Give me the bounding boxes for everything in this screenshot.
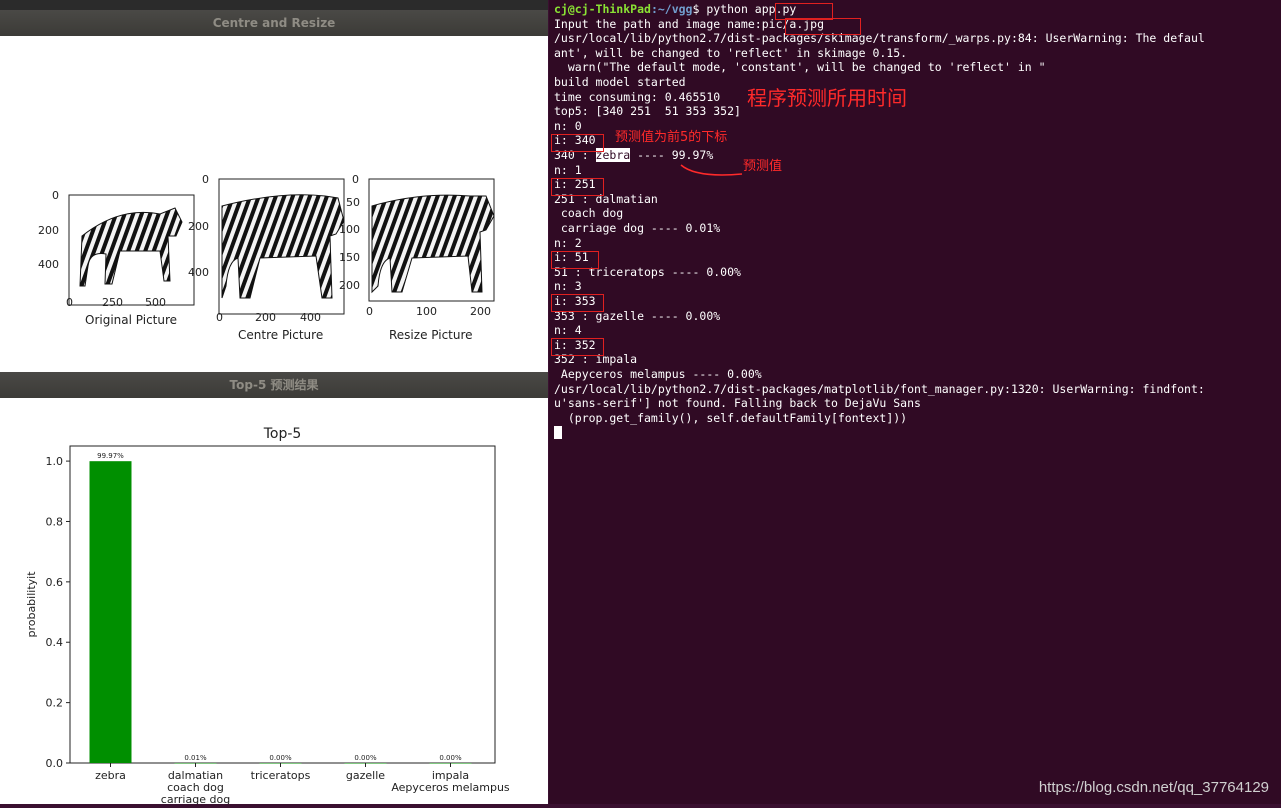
y-tick: 400 <box>38 258 59 271</box>
prompt-user: cj@cj-ThinkPad <box>554 2 651 16</box>
terminal-line: u'sans-serif'] not found. Falling back t… <box>554 396 921 411</box>
data-label: 0.01% <box>184 754 207 762</box>
y-tick: 200 <box>188 220 209 233</box>
x-tick: 0 <box>366 305 373 318</box>
y-tick: 200 <box>339 279 360 292</box>
x-tick-label: zebra <box>95 769 126 782</box>
terminal-line: top5: [340 251 51 353 352] <box>554 104 741 119</box>
x-tick: 400 <box>300 311 321 324</box>
x-tick-label: gazelle <box>346 769 385 782</box>
y-tick: 400 <box>188 266 209 279</box>
top5-bar-chart: Top-5 probabilityit 0.0 0.2 0.4 0.6 0.8 1.0 99.9… <box>25 426 510 806</box>
y-tick: 100 <box>339 223 360 236</box>
x-tick: 0 <box>216 311 223 324</box>
top5-window: Top-5 probabilityit 0.0 0.2 0.4 0.6 0.8 1.0 99.9… <box>0 398 548 806</box>
window-title: Centre and Resize <box>212 16 336 30</box>
chart-title: Top-5 <box>263 426 302 442</box>
terminal-line: Aepyceros melampus ---- 0.00% <box>554 367 762 381</box>
data-label: 99.97% <box>97 452 124 460</box>
data-label: 0.00% <box>269 754 292 762</box>
y-tick-label: 0.6 <box>46 576 64 589</box>
original-picture-subplot <box>68 194 195 306</box>
terminal-line: /usr/local/lib/python2.7/dist-packages/m… <box>554 381 1205 396</box>
terminal-line: ant', will be changed to 'reflect' in sk… <box>554 45 908 60</box>
terminal-line: build model started <box>554 75 686 89</box>
y-tick: 0 <box>52 189 59 202</box>
bar-0 <box>89 461 132 763</box>
window-title-bar[interactable]: Centre and Resize <box>0 10 548 36</box>
plot-frame <box>69 445 496 764</box>
y-tick: 50 <box>346 196 360 209</box>
x-tick-label: triceratops <box>251 769 311 782</box>
prompt-cmd: $ python <box>692 2 755 16</box>
terminal-line: n: 3 <box>554 279 582 294</box>
x-tick: 200 <box>470 305 491 318</box>
y-tick: 0 <box>352 173 359 186</box>
subplot-xlabel: Resize Picture <box>389 328 473 342</box>
highlight-box <box>785 18 861 35</box>
subplot-xlabel: Original Picture <box>85 313 178 327</box>
y-tick: 150 <box>339 251 360 264</box>
highlight-box <box>551 338 604 356</box>
x-tick: 0 <box>66 296 73 309</box>
data-label: 0.00% <box>439 754 462 762</box>
x-tick: 200 <box>255 311 276 324</box>
y-tick-label: 1.0 <box>46 455 64 468</box>
y-tick-label: 0.0 <box>46 757 64 770</box>
annotation-index: 预测值为前5的下标 <box>615 130 728 145</box>
y-axis-label: probabilityit <box>25 571 38 638</box>
resize-picture-subplot <box>368 178 495 302</box>
annotation-time: 程序预测所用时间 <box>747 86 907 110</box>
terminal-line: coach dog <box>554 206 624 221</box>
watermark: https://blog.csdn.net/qq_37764129 <box>1038 779 1269 796</box>
terminal-line: /usr/local/lib/python2.7/dist-packages/s… <box>554 31 1205 46</box>
terminal-line: n: 0 <box>554 118 582 133</box>
y-tick-label: 0.4 <box>46 636 64 649</box>
window-title-bar[interactable]: Top-5 预测结果 <box>0 372 548 398</box>
x-tick-label: carriage dog <box>161 793 230 804</box>
terminal-line: n: 2 <box>554 235 582 250</box>
y-tick-label: 0.8 <box>46 515 64 528</box>
terminal-line: n: 4 <box>554 323 582 338</box>
y-tick-label: 0.2 <box>46 697 64 710</box>
x-tick: 500 <box>145 296 166 309</box>
terminal-window[interactable]: cj@cj-ThinkPad:~/vgg$ python app.py Input… <box>549 0 1281 804</box>
centre-picture-subplot <box>218 178 345 315</box>
highlight-box <box>551 134 604 152</box>
annotation-underline <box>680 164 743 176</box>
data-label: 0.00% <box>354 754 377 762</box>
centre-resize-window: 0 200 400 0 250 500 Original Picture 0 2… <box>0 36 548 372</box>
prompt-path: :~/vgg <box>650 2 693 16</box>
y-tick: 200 <box>38 224 59 237</box>
subplot-xlabel: Centre Picture <box>238 328 324 342</box>
terminal-line: warn("The default mode, 'constant', will… <box>554 60 1046 75</box>
highlight-box <box>551 178 604 196</box>
terminal-line: carriage dog ---- 0.01% <box>554 221 721 235</box>
y-tick: 0 <box>202 173 209 186</box>
highlight-box <box>551 294 604 312</box>
terminal-cursor <box>554 426 562 440</box>
terminal-line: n: 1 <box>554 162 582 177</box>
x-tick: 100 <box>416 305 437 318</box>
terminal-line: time consuming: 0.465510 <box>554 89 721 104</box>
terminal-prompt: cj@cj-ThinkPad:~/vgg$ python app.py <box>554 2 796 17</box>
x-tick-label: Aepyceros melampus <box>391 781 510 794</box>
top-panel <box>0 0 548 10</box>
annotation-value: 预测值 <box>743 159 783 174</box>
window-title: Top-5 预测结果 <box>229 378 319 392</box>
terminal-line: (prop.get_family(), self.defaultFamily[f… <box>554 410 908 425</box>
x-tick: 250 <box>102 296 123 309</box>
highlight-box <box>551 251 599 269</box>
